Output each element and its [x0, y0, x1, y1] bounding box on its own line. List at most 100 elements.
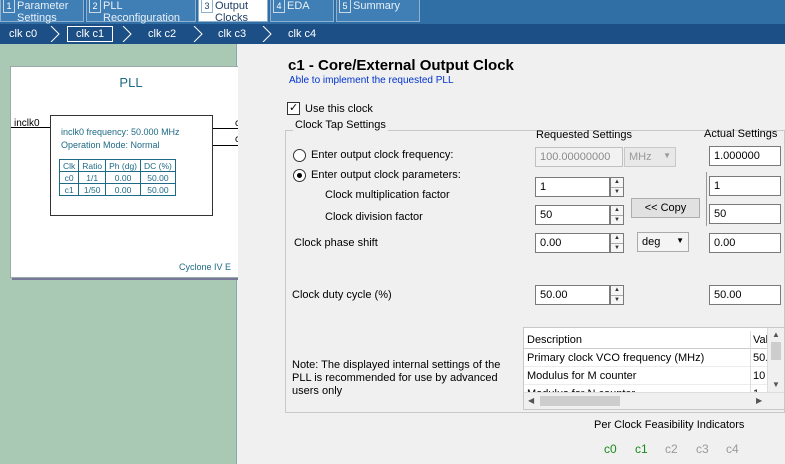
chevron-right-icon [193, 26, 203, 42]
stepper-down-icon[interactable]: ▼ [611, 295, 623, 304]
duty-cycle-label: Clock duty cycle (%) [292, 289, 392, 301]
actual-division-value: 50 [709, 204, 781, 224]
requested-settings-header: Requested Settings [536, 129, 633, 141]
duty-cycle-stepper[interactable]: ▲ ▼ [610, 285, 624, 305]
status-message: Able to implement the requested PLL [289, 75, 454, 86]
tab-summary[interactable]: 5 Summary [336, 0, 420, 22]
tab-label: PLL Reconfiguration [103, 0, 181, 24]
clk-c3-link[interactable]: clk c3 [218, 24, 246, 44]
use-clock-checkbox[interactable]: ✓ [287, 102, 300, 115]
actual-phase-value: 0.00 [709, 233, 781, 253]
pll-clock-table: Clk Ratio Ph (dg) DC (%) c0 1/1 0.00 50.… [58, 159, 176, 196]
chevron-down-icon: ▼ [676, 236, 684, 245]
chevron-right-icon [122, 26, 132, 42]
stepper-down-icon[interactable]: ▼ [611, 243, 623, 252]
checkmark-icon: ✓ [289, 102, 299, 114]
pll-diagram-panel: PLL inclk0 c0 c1 inclk0 frequency: 50.00… [0, 44, 252, 464]
column-header: Ph (dg) [105, 159, 141, 172]
stepper-up-icon[interactable]: ▲ [611, 178, 623, 187]
column-header: DC (%) [140, 159, 176, 172]
feasibility-indicator-c4: c4 [726, 442, 739, 456]
clock-settings-panel: c1 - Core/External Output Clock Able to … [238, 44, 785, 464]
scroll-right-icon[interactable]: ▶ [756, 396, 762, 405]
actual-multiplication-value: 1 [709, 176, 781, 196]
page-title: c1 - Core/External Output Clock [288, 57, 514, 74]
table-cell: Modulus for M counter [527, 370, 637, 382]
clk-c2-link[interactable]: clk c2 [148, 24, 176, 44]
phase-shift-stepper[interactable]: ▲ ▼ [610, 233, 624, 253]
stepper-down-icon[interactable]: ▼ [611, 187, 623, 196]
scrollbar-thumb[interactable] [771, 342, 781, 360]
division-factor-input[interactable]: 50 [535, 205, 610, 225]
stepper-down-icon[interactable]: ▼ [611, 215, 623, 224]
input-pin-label: inclk0 [14, 118, 40, 129]
tab-label: EDA [287, 0, 310, 12]
column-header: Ratio [78, 159, 107, 172]
multiplication-factor-input[interactable]: 1 [535, 177, 610, 197]
radio-output-frequency[interactable] [293, 149, 306, 162]
clk-c1-link[interactable]: clk c1 [67, 26, 114, 42]
table-cell: 0.00 [105, 183, 141, 196]
radio-output-frequency-label: Enter output clock frequency: [311, 149, 454, 161]
radio-output-parameters-label: Enter output clock parameters: [311, 169, 461, 181]
copy-button[interactable]: << Copy [631, 198, 700, 218]
radio-dot-icon [297, 173, 302, 178]
pll-info: inclk0 frequency: 50.000 MHz Operation M… [61, 126, 180, 152]
clk-c0-link[interactable]: clk c0 [9, 24, 37, 44]
feasibility-indicator-c3: c3 [696, 442, 709, 456]
stepper-up-icon[interactable]: ▲ [611, 234, 623, 243]
division-factor-stepper[interactable]: ▲ ▼ [610, 205, 624, 225]
table-header-row: Description Valu [524, 331, 770, 349]
scroll-up-icon[interactable]: ▲ [772, 330, 780, 339]
vertical-scrollbar[interactable]: ▲ ▼ [767, 328, 784, 394]
multiplication-factor-stepper[interactable]: ▲ ▼ [610, 177, 624, 197]
tab-number: 4 [273, 0, 285, 13]
feasibility-indicators-title: Per Clock Feasibility Indicators [594, 419, 745, 431]
tab-parameter-settings[interactable]: 1 Parameter Settings [0, 0, 84, 24]
table-row: c0 1/1 0.00 50.00 [58, 171, 176, 184]
scrollbar-thumb[interactable] [540, 396, 620, 406]
pll-title: PLL [119, 75, 143, 90]
radio-output-parameters[interactable] [293, 169, 306, 182]
actual-frequency-value: 1.000000 [709, 146, 781, 166]
horizontal-scrollbar[interactable]: ◀ ▶ [524, 392, 784, 409]
pll-core: inclk0 frequency: 50.000 MHz Operation M… [50, 115, 213, 216]
division-factor-label: Clock division factor [325, 211, 423, 223]
stepper-up-icon[interactable]: ▲ [611, 286, 623, 295]
tab-label: Summary [353, 0, 401, 12]
tab-pll-reconfiguration[interactable]: 2 PLL Reconfiguration [86, 0, 196, 24]
actual-duty-value: 50.00 [709, 285, 781, 305]
scroll-down-icon[interactable]: ▼ [772, 380, 780, 389]
tab-number: 5 [339, 0, 351, 13]
table-cell: 0.00 [105, 171, 141, 184]
scroll-left-icon[interactable]: ◀ [528, 396, 534, 405]
tab-number: 3 [201, 0, 213, 13]
phase-unit-select[interactable]: deg ▼ [637, 232, 689, 252]
tab-label: Parameter Settings [17, 0, 69, 24]
duty-cycle-input[interactable]: 50.00 [535, 285, 610, 305]
frequency-unit-select[interactable]: MHz ▼ [624, 147, 676, 167]
table-row[interactable]: Primary clock VCO frequency (MHz) 50... [524, 349, 770, 367]
chevron-right-icon [50, 26, 60, 42]
internal-settings-table[interactable]: Description Valu Primary clock VCO frequ… [523, 327, 785, 410]
copy-bracket [706, 172, 707, 226]
column-header: Description [527, 334, 583, 346]
wizard-tab-bar: 1 Parameter Settings 2 PLL Reconfigurati… [0, 0, 785, 24]
actual-settings-header: Actual Settings [704, 128, 778, 140]
tab-output-clocks[interactable]: 3 Output Clocks [198, 0, 268, 24]
table-cell: 1/50 [78, 183, 107, 196]
tab-eda[interactable]: 4 EDA [270, 0, 334, 22]
stepper-up-icon[interactable]: ▲ [611, 206, 623, 215]
tab-number: 2 [89, 0, 101, 13]
table-row[interactable]: Modulus for M counter 10 [524, 367, 769, 385]
phase-shift-input[interactable]: 0.00 [535, 233, 610, 253]
output-frequency-input[interactable]: 100.00000000 [535, 147, 623, 167]
tab-number: 1 [3, 0, 15, 13]
phase-unit-value: deg [642, 236, 661, 248]
table-cell: Primary clock VCO frequency (MHz) [527, 352, 705, 364]
multiplication-factor-label: Clock multiplication factor [325, 189, 450, 201]
feasibility-indicator-c1: c1 [635, 442, 648, 456]
pll-info-frequency: inclk0 frequency: 50.000 MHz [61, 127, 180, 137]
clk-c4-link[interactable]: clk c4 [288, 24, 316, 44]
table-row: c1 1/50 0.00 50.00 [58, 183, 176, 196]
